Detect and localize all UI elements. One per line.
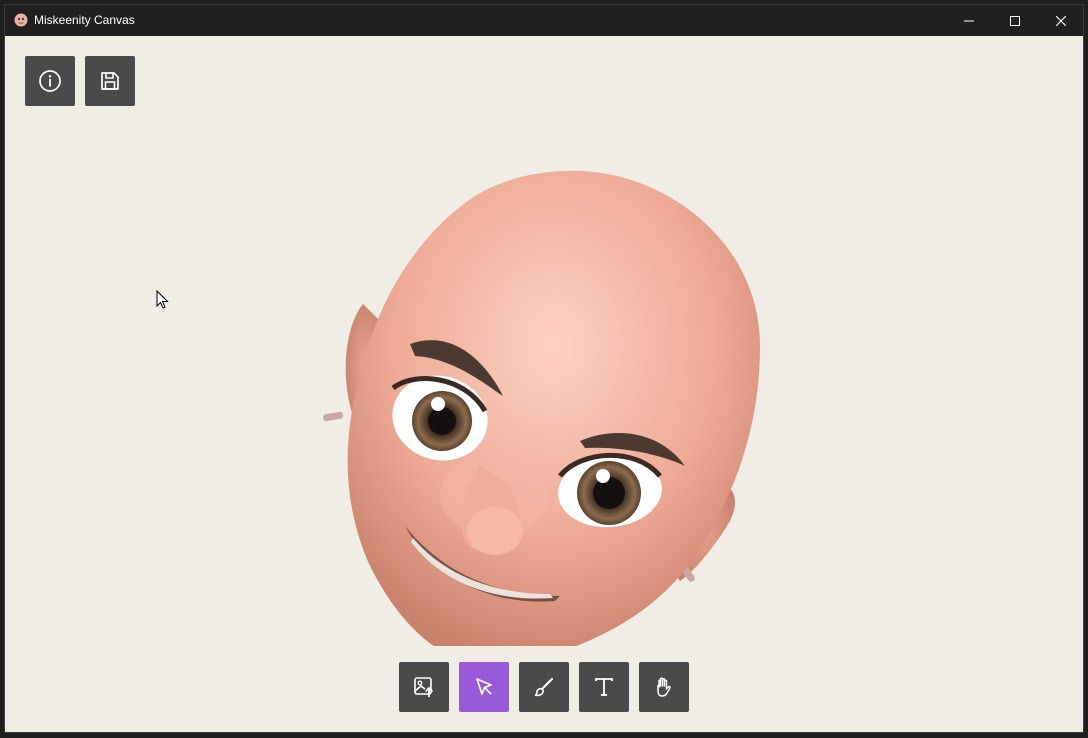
info-icon bbox=[39, 70, 61, 92]
tool-select-button[interactable] bbox=[459, 662, 509, 712]
hand-icon bbox=[657, 677, 671, 697]
close-icon bbox=[1056, 15, 1066, 26]
brush-icon bbox=[534, 677, 554, 697]
minimize-icon bbox=[964, 20, 974, 21]
maximize-icon bbox=[1010, 15, 1020, 26]
drawing-canvas[interactable] bbox=[5, 36, 1083, 732]
mouse-cursor-icon bbox=[156, 290, 169, 309]
avatar-head-image[interactable] bbox=[305, 126, 765, 646]
close-button[interactable] bbox=[1038, 5, 1083, 36]
minimize-button[interactable] bbox=[946, 5, 992, 36]
tool-brush-button[interactable] bbox=[519, 662, 569, 712]
tool-image-button[interactable] bbox=[399, 662, 449, 712]
tool-text-button[interactable] bbox=[579, 662, 629, 712]
app-icon bbox=[14, 13, 28, 27]
app-window: Miskeenity Canvas bbox=[4, 4, 1084, 733]
title-bar[interactable]: Miskeenity Canvas bbox=[5, 5, 1083, 36]
save-icon bbox=[101, 72, 119, 90]
maximize-button[interactable] bbox=[992, 5, 1038, 36]
image-upload-icon bbox=[414, 677, 434, 697]
window-title: Miskeenity Canvas bbox=[34, 13, 135, 27]
tool-hand-button[interactable] bbox=[639, 662, 689, 712]
save-button[interactable] bbox=[85, 56, 135, 106]
text-icon bbox=[595, 678, 613, 696]
info-button[interactable] bbox=[25, 56, 75, 106]
pointer-icon bbox=[476, 678, 492, 695]
